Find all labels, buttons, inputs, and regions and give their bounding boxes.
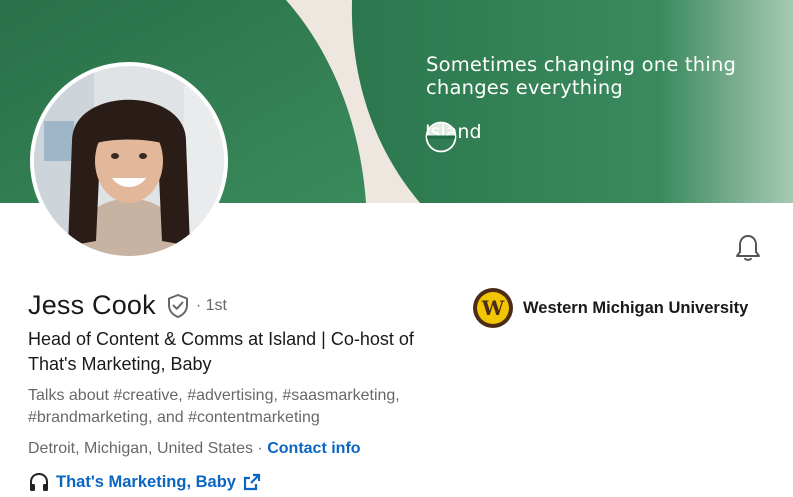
banner-brand: Island: [425, 121, 482, 153]
profile-photo: [34, 66, 224, 256]
bell-icon[interactable]: [734, 233, 762, 263]
name-row: Jess Cook · 1st: [28, 290, 227, 321]
profile-headline: Head of Content & Comms at Island | Co-h…: [28, 329, 414, 374]
featured-link-label: That's Marketing, Baby: [56, 472, 236, 491]
external-link-icon: [243, 473, 261, 491]
location-separator: ·: [253, 440, 268, 457]
connection-degree: · 1st: [195, 296, 227, 314]
education-item[interactable]: W Western Michigan University: [473, 288, 748, 328]
island-logo-icon: [425, 121, 457, 153]
university-logo-letter: W: [481, 296, 505, 320]
shield-check-icon[interactable]: [166, 293, 190, 319]
location-row: Detroit, Michigan, United States · Conta…: [28, 440, 361, 458]
headphones-icon: [30, 472, 48, 491]
university-logo-icon: W: [473, 288, 513, 328]
avatar[interactable]: [30, 62, 228, 260]
banner-tagline: Sometimes changing one thing changes eve…: [426, 53, 737, 99]
location: Detroit, Michigan, United States: [28, 440, 253, 457]
education-name: Western Michigan University: [523, 298, 749, 317]
featured-link[interactable]: That's Marketing, Baby: [28, 471, 262, 493]
talks-about: Talks about #creative, #advertising, #sa…: [28, 387, 400, 426]
profile-name: Jess Cook: [28, 290, 156, 320]
contact-info-link[interactable]: Contact info: [267, 440, 360, 457]
profile-card: Sometimes changing one thing changes eve…: [0, 0, 793, 497]
